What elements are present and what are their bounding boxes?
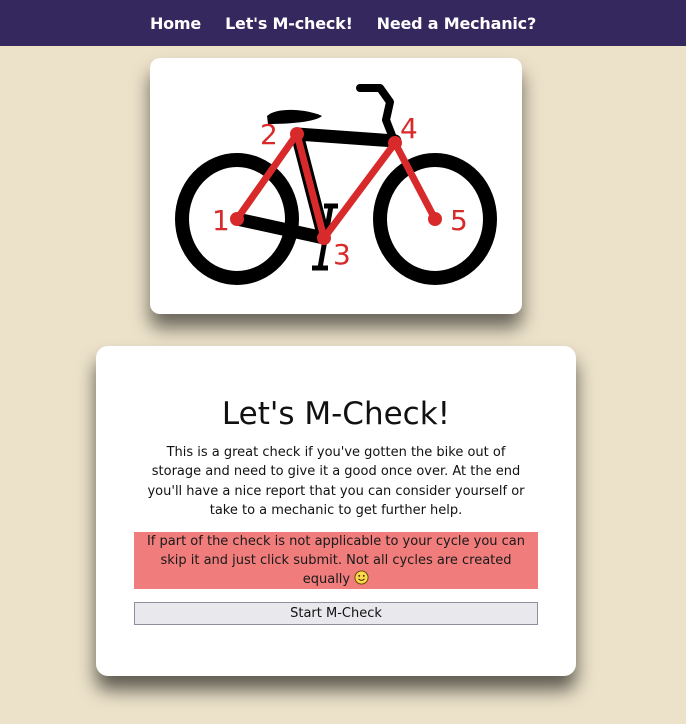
point-2-marker (290, 127, 304, 141)
bicycle-diagram: 1 2 3 4 5 (175, 84, 497, 285)
m-check-card: Let's M-Check! This is a great check if … (96, 346, 576, 676)
nav-mechanic-link[interactable]: Need a Mechanic? (377, 14, 537, 33)
smiley-face-icon (354, 570, 369, 591)
bike-image-card: 1 2 3 4 5 (150, 58, 522, 314)
page-title: Let's M-Check! (221, 396, 451, 432)
notice-text: If part of the check is not applicable t… (146, 534, 526, 587)
point-3-marker (317, 231, 331, 245)
point-5-label: 5 (450, 204, 468, 237)
nav-m-check-link[interactable]: Let's M-check! (225, 14, 353, 33)
point-1-marker (230, 212, 244, 226)
point-4-label: 4 (400, 112, 418, 145)
nav-home-link[interactable]: Home (150, 14, 201, 33)
point-3-label: 3 (333, 238, 351, 271)
point-2-label: 2 (260, 118, 278, 151)
notice-banner: If part of the check is not applicable t… (134, 532, 538, 589)
start-m-check-button[interactable]: Start M-Check (134, 602, 538, 625)
check-description: This is a great check if you've gotten t… (147, 445, 525, 518)
point-5-marker (428, 212, 442, 226)
point-1-label: 1 (212, 204, 230, 237)
navbar: Home Let's M-check! Need a Mechanic? (0, 0, 686, 46)
